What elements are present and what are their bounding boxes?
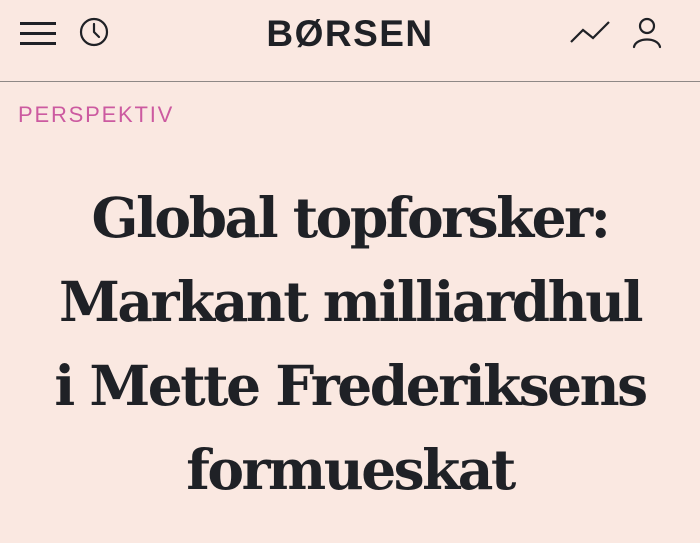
headline-line: i Mette Frederiksens [54, 353, 648, 418]
headline-line: Global topforsker: [91, 185, 611, 250]
article-headline[interactable]: Global topforsker: Markant milliardhul i… [10, 176, 690, 512]
top-bar: BØRSEN [0, 0, 700, 81]
trend-line-icon[interactable] [568, 16, 612, 48]
header-divider [0, 81, 700, 82]
headline-line: Markant milliardhul [59, 269, 644, 334]
logo-text: BØRSEN [266, 13, 434, 54]
headline-line: formueskat [186, 437, 516, 502]
user-icon[interactable] [630, 16, 664, 50]
article-kicker[interactable]: PERSPEKTIV [18, 101, 174, 129]
